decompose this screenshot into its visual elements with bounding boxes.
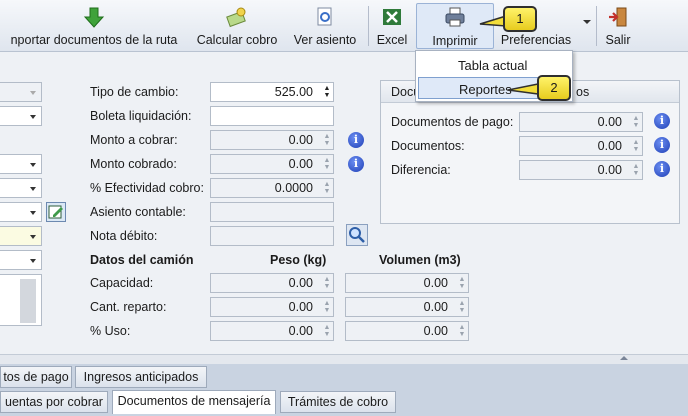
monto-cobrar-label: Monto a cobrar:	[90, 133, 178, 147]
camion-title: Datos del camión	[90, 253, 194, 267]
left-combo[interactable]	[0, 202, 42, 222]
toolbar-separator	[596, 6, 597, 46]
peso-header: Peso (kg)	[270, 253, 327, 267]
monto-cobrado-field[interactable]: 0.00 ▲ ▼	[210, 154, 334, 174]
callout-pointer	[507, 83, 539, 95]
spinner-icon: ▲ ▼	[323, 276, 331, 290]
info-icon[interactable]: i	[654, 137, 670, 153]
nota-field[interactable]	[210, 226, 334, 246]
spinner-icon: ▲ ▼	[323, 133, 331, 147]
left-combo[interactable]	[0, 82, 42, 102]
money-icon	[226, 7, 246, 28]
splitter[interactable]	[0, 354, 688, 364]
left-combo[interactable]	[0, 154, 42, 174]
tab-ingresos-anticipados[interactable]: Ingresos anticipados	[75, 366, 207, 388]
tab-row-bottom: uentas por cobrar Documentos de mensajer…	[0, 390, 688, 416]
boleta-label: Boleta liquidación:	[90, 109, 192, 123]
chevron-down-icon	[30, 115, 36, 119]
tab-tramites-cobro[interactable]: Trámites de cobro	[280, 391, 396, 413]
info-icon[interactable]: i	[348, 132, 364, 148]
efectividad-label: % Efectividad cobro:	[90, 181, 204, 195]
chevron-down-icon	[30, 211, 36, 215]
docs-field[interactable]: 0.00 ▲ ▼	[519, 136, 643, 156]
panel-header-right: os	[576, 85, 590, 99]
toolbar: nportar documentos de la ruta Calcular c…	[0, 0, 688, 52]
spinner-icon: ▲ ▼	[458, 276, 466, 290]
chevron-down-icon	[30, 91, 36, 95]
reparto-peso-field[interactable]: 0.00 ▲ ▼	[210, 297, 334, 317]
asiento-field[interactable]	[210, 202, 334, 222]
excel-button[interactable]: Excel	[372, 0, 412, 52]
chevron-down-icon	[30, 187, 36, 191]
document-search-icon	[317, 7, 332, 26]
ver-asiento-button[interactable]: Ver asiento	[288, 0, 362, 52]
spinner-icon: ▲ ▼	[632, 163, 640, 177]
menu-item-tabla-actual[interactable]: Tabla actual	[418, 54, 570, 76]
tab-row-top: tos de pago Ingresos anticipados	[0, 364, 688, 390]
info-icon[interactable]: i	[654, 161, 670, 177]
uso-vol-field[interactable]: 0.00 ▲ ▼	[345, 321, 469, 341]
info-icon[interactable]: i	[348, 156, 364, 172]
chevron-up-icon[interactable]	[620, 356, 628, 360]
download-arrow-icon	[83, 7, 105, 28]
chevron-down-icon[interactable]	[583, 20, 591, 24]
tab-cuentas-cobrar[interactable]: uentas por cobrar	[0, 391, 108, 413]
tab-documentos-mensajeria[interactable]: Documentos de mensajería	[112, 390, 276, 414]
search-icon[interactable]	[346, 224, 368, 246]
left-combo[interactable]	[0, 226, 42, 246]
efectividad-field[interactable]: 0.0000 ▲ ▼	[210, 178, 334, 198]
calc-button[interactable]: Calcular cobro	[190, 0, 284, 52]
spinner-icon: ▲ ▼	[632, 139, 640, 153]
edit-icon[interactable]	[46, 202, 66, 222]
chevron-down-icon	[30, 163, 36, 167]
scrollbar[interactable]	[20, 279, 36, 323]
chevron-down-icon	[30, 259, 36, 263]
exit-button[interactable]: Salir	[600, 0, 636, 52]
toolbar-separator	[368, 6, 369, 46]
capacidad-label: Capacidad:	[90, 276, 154, 290]
callout-2: 2	[537, 75, 571, 101]
uso-label: % Uso:	[90, 324, 131, 338]
spinner-icon: ▲ ▼	[323, 324, 331, 338]
boleta-field[interactable]	[210, 106, 334, 126]
docs-label: Documentos:	[391, 139, 465, 153]
volumen-header: Volumen (m3)	[379, 253, 461, 267]
reparto-vol-field[interactable]: 0.00 ▲ ▼	[345, 297, 469, 317]
spinner-icon: ▲ ▼	[323, 300, 331, 314]
tipo-cambio-label: Tipo de cambio:	[90, 85, 179, 99]
printer-icon	[445, 7, 465, 27]
nota-label: Nota débito:	[90, 229, 158, 243]
docs-pago-field[interactable]: 0.00 ▲ ▼	[519, 112, 643, 132]
spinner-icon: ▲ ▼	[323, 157, 331, 171]
spinner-icon: ▲ ▼	[323, 181, 331, 195]
info-icon[interactable]: i	[654, 113, 670, 129]
left-list[interactable]	[0, 274, 42, 326]
tipo-cambio-field[interactable]: 525.00 ▲ ▼	[210, 82, 334, 102]
asiento-label: Asiento contable:	[90, 205, 186, 219]
capacidad-peso-field[interactable]: 0.00 ▲ ▼	[210, 273, 334, 293]
uso-peso-field[interactable]: 0.00 ▲ ▼	[210, 321, 334, 341]
diferencia-field[interactable]: 0.00 ▲ ▼	[519, 160, 643, 180]
spinner-icon: ▲ ▼	[458, 300, 466, 314]
import-button[interactable]: nportar documentos de la ruta	[0, 0, 188, 52]
left-combo[interactable]	[0, 178, 42, 198]
callout-1: 1	[503, 6, 537, 32]
spinner-icon: ▲ ▼	[632, 115, 640, 129]
monto-cobrar-field[interactable]: 0.00 ▲ ▼	[210, 130, 334, 150]
excel-icon	[383, 9, 401, 25]
spinner-icon: ▲ ▼	[458, 324, 466, 338]
spinner-icon[interactable]: ▲ ▼	[323, 85, 331, 99]
left-combo[interactable]	[0, 250, 42, 270]
diferencia-label: Diferencia:	[391, 163, 451, 177]
monto-cobrado-label: Monto cobrado:	[90, 157, 177, 171]
docs-pago-label: Documentos de pago:	[391, 115, 514, 129]
cant-reparto-label: Cant. reparto:	[90, 300, 167, 314]
chevron-down-icon	[30, 235, 36, 239]
capacidad-vol-field[interactable]: 0.00 ▲ ▼	[345, 273, 469, 293]
left-combo[interactable]	[0, 106, 42, 126]
tab-documentos-pago[interactable]: tos de pago	[0, 366, 72, 388]
exit-door-icon	[609, 7, 627, 27]
